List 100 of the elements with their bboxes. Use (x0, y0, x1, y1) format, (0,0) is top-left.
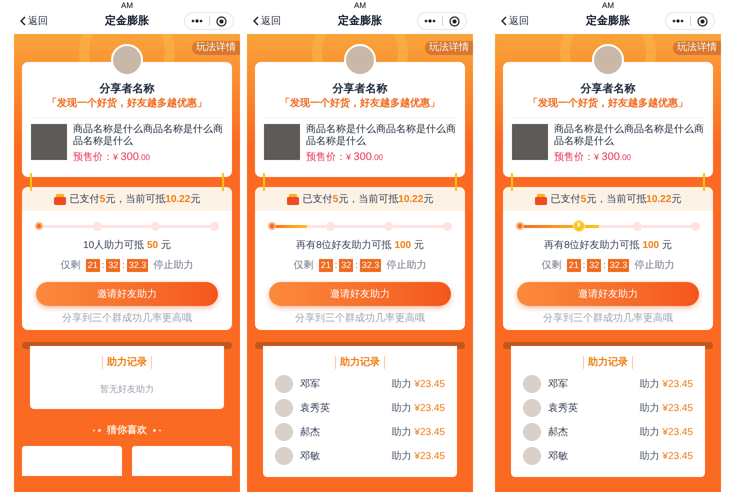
help-amount: ¥23.45 (662, 450, 693, 464)
help-label: 助力 (639, 378, 660, 392)
help-amount: ¥23.45 (414, 450, 445, 464)
dots-icon (92, 428, 102, 432)
product-price: 预售价：¥ 300.00 (306, 150, 384, 165)
dots-icon (152, 428, 162, 432)
avatar (523, 375, 541, 393)
paid-text: 已支付5元，当前可抵10.22元 (550, 192, 682, 206)
wallet-icon (54, 194, 66, 204)
chain-connector (511, 173, 513, 191)
product-name: 商品名称是什么商品名称是什么商品名称是什么 (554, 124, 704, 148)
share-hint: 分享到三个群成功几率更高哦 (62, 312, 192, 325)
status-time: AM (121, 2, 133, 10)
countdown-digits: 32 (339, 259, 354, 272)
helper-name: 郝杰 (548, 426, 568, 440)
product-photo (512, 124, 548, 160)
rules-button[interactable]: 玩法详情 (673, 41, 721, 55)
help-label: 助力 (639, 402, 660, 416)
avatar (275, 399, 293, 417)
helper-name: 邓敏 (300, 450, 320, 464)
help-amount: ¥23.45 (662, 426, 693, 440)
chevron-left-icon (253, 16, 259, 26)
time-separator: : (603, 258, 606, 272)
record-title: 助力记录 (335, 356, 385, 369)
help-label: 助力 (391, 402, 412, 416)
countdown-digits: 21 (318, 259, 333, 272)
invite-button[interactable]: 邀请好友助力 (36, 282, 218, 306)
back-button[interactable]: 返回 (501, 14, 529, 28)
time-separator: : (355, 258, 358, 272)
helper-name: 袁秀英 (548, 402, 578, 416)
countdown-label: 仅剩 (294, 259, 314, 273)
product-name: 商品名称是什么商品名称是什么商品名称是什么 (306, 124, 456, 148)
help-amount: ¥23.45 (414, 402, 445, 416)
product-price: 预售价：¥ 300.00 (73, 150, 151, 165)
paid-text: 已支付5元，当前可抵10.22元 (302, 192, 434, 206)
helper-name: 袁秀英 (300, 402, 330, 416)
avatar (275, 375, 293, 393)
chain-connector (222, 173, 224, 191)
countdown-digits: 32.3 (608, 259, 630, 272)
paid-text: 已支付5元，当前可抵10.22元 (70, 192, 200, 206)
invite-button[interactable]: 邀请好友助力 (269, 282, 451, 306)
product-photo (31, 124, 67, 160)
sharer-name: 分享者名称 (100, 82, 154, 96)
rules-button[interactable]: 玩法详情 (425, 41, 473, 55)
countdown-digits: 21 (566, 259, 581, 272)
countdown-label: 停止助力 (634, 258, 674, 273)
slogan-text: 「发现一个好货，好友越多越优惠」 (47, 97, 207, 111)
chain-connector (263, 173, 265, 191)
help-label: 助力 (391, 378, 412, 392)
avatar (275, 447, 293, 465)
countdown-digits: 32 (587, 259, 602, 272)
share-hint: 分享到三个群成功几率更高哦 (543, 312, 673, 325)
help-label: 助力 (639, 450, 660, 464)
help-label: 助力 (391, 450, 412, 464)
back-button[interactable]: 返回 (20, 14, 48, 28)
avatar (523, 447, 541, 465)
helper-name: 邓军 (548, 378, 568, 392)
help-amount: ¥23.45 (662, 378, 693, 392)
goal-text: 10人助力可抵 50 元 (83, 239, 171, 252)
sharer-name: 分享者名称 (580, 82, 636, 96)
help-amount: ¥23.45 (414, 378, 445, 392)
page-title: 定金膨胀 (104, 14, 150, 29)
chain-connector (703, 173, 705, 191)
empty-record-text: 暂无好友助力 (100, 383, 154, 396)
chain-connector (30, 173, 32, 191)
status-time: AM (602, 2, 614, 10)
status-time: AM (354, 2, 366, 10)
invite-button[interactable]: 邀请好友助力 (517, 282, 699, 306)
countdown-digits: 21 (86, 259, 100, 272)
back-button[interactable]: 返回 (253, 14, 281, 28)
helper-name: 郝杰 (300, 426, 320, 440)
wallet-icon (286, 194, 299, 204)
goal-text: 再有8位好友助力可抵 100 元 (296, 239, 424, 252)
product-name: 商品名称是什么商品名称是什么商品名称是什么 (73, 124, 223, 148)
countdown-digits: 32.3 (360, 259, 382, 272)
helper-name: 邓敏 (548, 450, 568, 464)
record-title: 助力记录 (102, 356, 152, 369)
countdown-digits: 32.3 (126, 259, 148, 272)
time-separator: : (102, 258, 104, 272)
sharer-name: 分享者名称 (332, 82, 388, 96)
share-hint: 分享到三个群成功几率更高哦 (295, 312, 425, 325)
countdown-label: 仅剩 (542, 259, 562, 273)
helper-name: 邓军 (300, 378, 320, 392)
help-label: 助力 (639, 426, 660, 440)
avatar (523, 399, 541, 417)
page-title: 定金膨胀 (336, 14, 383, 29)
slogan-text: 「发现一个好货，好友越多越优惠」 (528, 97, 688, 111)
help-amount: ¥23.45 (662, 402, 693, 416)
chevron-left-icon (20, 16, 26, 26)
countdown-digits: 32 (106, 259, 120, 272)
rules-button[interactable]: 玩法详情 (192, 41, 240, 55)
countdown-label: 停止助力 (153, 258, 194, 273)
record-title: 助力记录 (583, 356, 633, 369)
recommend-title: 猜你喜欢 (107, 424, 147, 438)
wallet-icon (534, 194, 547, 204)
chain-connector (455, 173, 457, 191)
goal-text: 再有8位好友助力可抵 100 元 (544, 239, 672, 252)
help-amount: ¥23.45 (414, 426, 445, 440)
time-separator: : (582, 258, 586, 272)
avatar (275, 423, 293, 441)
